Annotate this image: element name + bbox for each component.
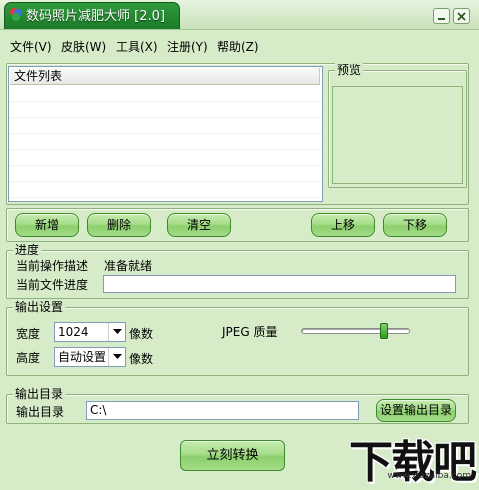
file-progress-label: 当前文件进度 [16, 278, 89, 292]
current-op-value: 准备就绪 [104, 259, 153, 273]
height-label: 高度 [16, 351, 41, 365]
add-button[interactable]: 新增 [15, 213, 79, 237]
preview-legend: 预览 [335, 63, 364, 77]
file-list-header-label: 文件列表 [14, 69, 63, 83]
current-op-label: 当前操作描述 [16, 259, 89, 273]
height-dropdown-button[interactable] [108, 348, 125, 366]
output-dir-input[interactable]: C:\ [86, 401, 359, 420]
delete-button[interactable]: 删除 [87, 213, 151, 237]
file-list-body[interactable] [10, 86, 321, 200]
close-button[interactable] [453, 8, 470, 24]
chevron-down-icon [112, 354, 122, 359]
output-dir-label: 输出目录 [16, 405, 65, 419]
jpeg-quality-slider[interactable] [301, 328, 410, 334]
width-select[interactable]: 1024 [54, 322, 126, 342]
move-down-button[interactable]: 下移 [383, 213, 447, 237]
preview-image [332, 86, 463, 184]
menu-file[interactable]: 文件(V) [10, 38, 52, 55]
file-list[interactable]: 文件列表 [8, 66, 323, 202]
close-icon [457, 11, 466, 21]
app-icon [10, 8, 22, 21]
progress-legend: 进度 [13, 243, 42, 257]
watermark-url: www.xiazaiba.com [387, 471, 471, 481]
height-value: 自动设置 [58, 350, 107, 364]
menu-skin[interactable]: 皮肤(W) [61, 38, 106, 55]
output-dir-legend: 输出目录 [13, 387, 66, 401]
minimize-icon [438, 17, 445, 20]
height-select[interactable]: 自动设置 [54, 347, 126, 367]
menu-tools[interactable]: 工具(X) [116, 38, 158, 55]
convert-button[interactable]: 立刻转换 [180, 440, 285, 471]
file-progress-bar [103, 275, 456, 293]
move-up-button[interactable]: 上移 [311, 213, 375, 237]
menu-help[interactable]: 帮助(Z) [217, 38, 259, 55]
preview-group: 预览 [328, 63, 467, 188]
menu-register[interactable]: 注册(Y) [167, 38, 208, 55]
set-output-dir-button[interactable]: 设置输出目录 [376, 399, 456, 422]
height-unit: 像数 [129, 352, 154, 366]
chevron-down-icon [112, 329, 122, 334]
minimize-button[interactable] [433, 8, 450, 24]
width-label: 宽度 [16, 327, 41, 341]
width-value: 1024 [58, 325, 89, 339]
jpeg-quality-slider-thumb[interactable] [379, 323, 388, 339]
file-list-header[interactable]: 文件列表 [10, 68, 320, 85]
output-settings-legend: 输出设置 [13, 300, 66, 314]
window-title: 数码照片减肥大师 [2.0] [26, 9, 165, 24]
clear-button[interactable]: 清空 [167, 213, 231, 237]
jpeg-quality-label: JPEG 质量 [222, 325, 278, 339]
width-dropdown-button[interactable] [108, 323, 125, 341]
width-unit: 像数 [129, 327, 154, 341]
